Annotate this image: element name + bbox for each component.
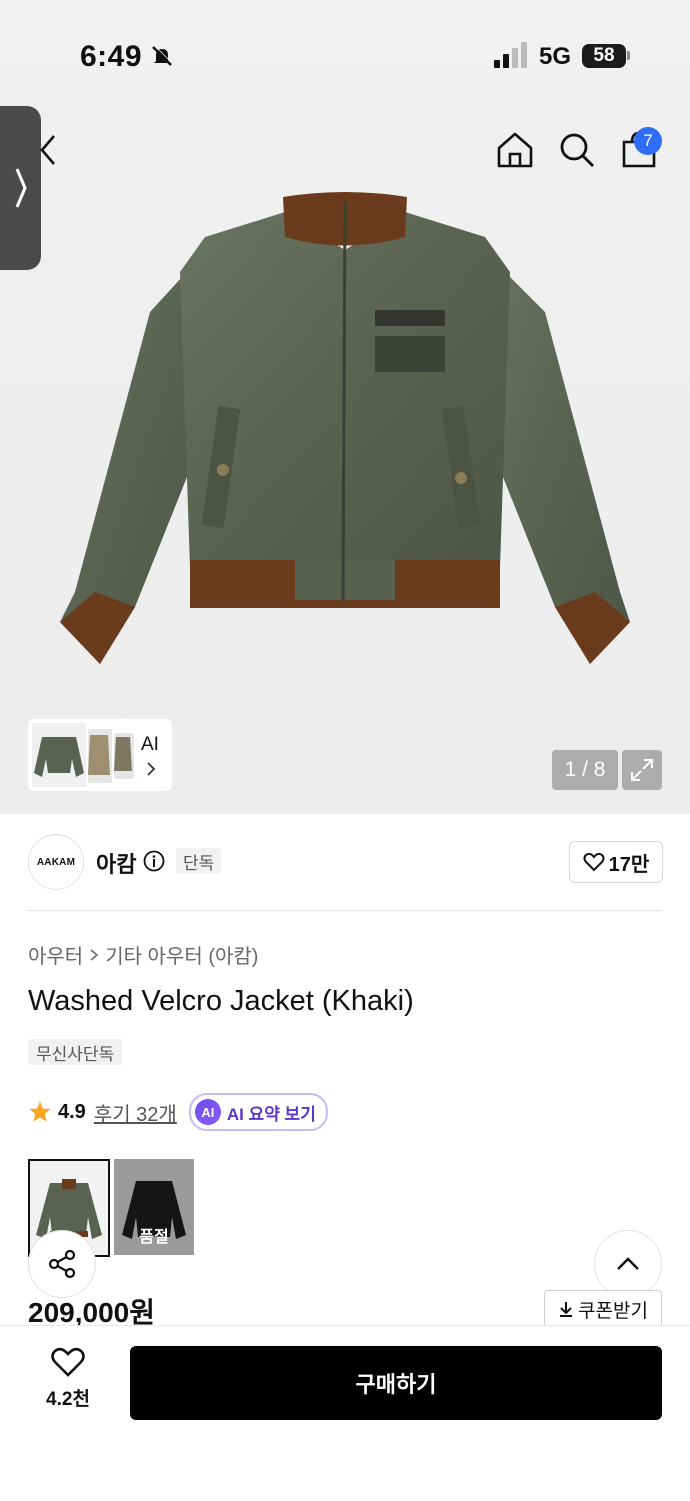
- thumbnail-strip[interactable]: AI: [28, 719, 172, 791]
- network-label: 5G: [539, 43, 572, 70]
- share-button[interactable]: [28, 1230, 96, 1298]
- heart-icon: [583, 852, 605, 872]
- search-icon[interactable]: [557, 130, 597, 170]
- scroll-top-button[interactable]: [594, 1230, 662, 1298]
- ai-badge-icon: AI: [194, 1099, 221, 1125]
- bell-muted-icon: [152, 45, 173, 66]
- heart-icon: [51, 1347, 85, 1377]
- chevron-up-icon: [617, 1257, 639, 1270]
- home-icon[interactable]: [495, 130, 535, 170]
- expand-icon: [631, 759, 653, 781]
- coupon-label: 쿠폰받기: [578, 1300, 648, 1322]
- breadcrumb: 아우터 기타 아우터 (아캄): [28, 940, 258, 969]
- reviews-link[interactable]: 후기 32개: [94, 1098, 177, 1127]
- status-time: 6:49: [80, 40, 143, 73]
- breadcrumb-item[interactable]: 기타 아우터 (아캄): [105, 940, 258, 969]
- product-title: Washed Velcro Jacket (Khaki): [28, 985, 414, 1017]
- exclusive-badge: 단독: [176, 848, 222, 874]
- signal-icon: [494, 42, 527, 68]
- expand-button[interactable]: [622, 750, 662, 790]
- divider: [28, 910, 662, 911]
- like-count: 4.2천: [46, 1389, 90, 1410]
- info-icon[interactable]: [143, 850, 165, 872]
- product-main-image[interactable]: [55, 192, 635, 672]
- exclusive-tag: 무신사단독: [28, 1039, 123, 1065]
- battery-indicator: 58: [582, 44, 626, 68]
- side-drawer-handle[interactable]: [0, 106, 41, 270]
- chevron-right-icon: [147, 762, 156, 776]
- ai-summary-button[interactable]: AI AI 요약 보기: [188, 1093, 328, 1131]
- chevron-right-icon: [15, 168, 27, 208]
- rating-value: 4.9: [58, 1100, 86, 1123]
- soldout-label: 품절: [139, 1229, 169, 1246]
- star-icon: [29, 1101, 51, 1122]
- back-button[interactable]: [34, 132, 64, 168]
- color-option-black[interactable]: 품절: [114, 1159, 194, 1255]
- battery-cap: [627, 51, 630, 60]
- cart-count-badge: 7: [634, 127, 662, 155]
- thumbnail-images[interactable]: [32, 723, 140, 787]
- brand-name[interactable]: 아캄: [96, 847, 136, 879]
- brand-like-button[interactable]: 17만: [569, 841, 663, 883]
- ai-summary-label: AI 요약 보기: [226, 1104, 316, 1124]
- share-icon: [48, 1249, 76, 1279]
- coupon-button[interactable]: 쿠폰받기: [544, 1290, 662, 1328]
- download-icon: [560, 1302, 573, 1317]
- rating-row: 4.9 후기 32개 AI AI 요약 보기: [28, 1093, 328, 1131]
- like-button[interactable]: 4.2천: [32, 1346, 104, 1416]
- image-pager: 1 / 8: [552, 750, 618, 790]
- brand-logo[interactable]: AAKAM: [28, 834, 84, 890]
- product-image-gallery[interactable]: AI 1 / 8: [0, 0, 690, 814]
- status-bar: 6:49 5G 58: [0, 0, 690, 110]
- brand-like-count: 17만: [608, 853, 650, 876]
- breadcrumb-item[interactable]: 아우터: [28, 940, 83, 969]
- thumbnail-ai-label: AI: [141, 734, 159, 755]
- chevron-right-icon: [90, 948, 99, 961]
- buy-button[interactable]: 구매하기: [130, 1346, 662, 1420]
